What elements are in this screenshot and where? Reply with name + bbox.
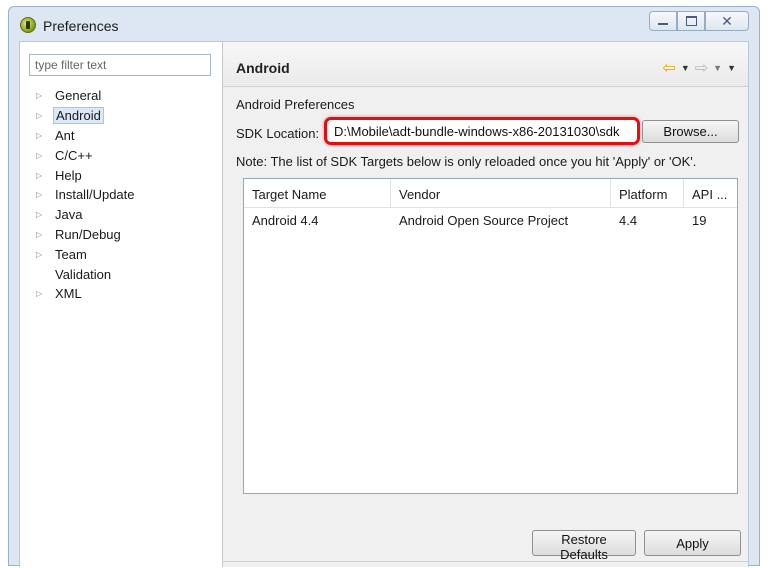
tree-item-label: Help — [55, 167, 82, 183]
tree-item-team[interactable]: ▷ Team — [36, 244, 137, 264]
page-title: Android — [236, 60, 290, 76]
cell-platform: 4.4 — [619, 213, 638, 228]
column-header-api[interactable]: API ... — [684, 179, 737, 207]
tree-item-label: Run/Debug — [55, 226, 121, 242]
maximize-icon — [685, 16, 697, 26]
expand-arrow-icon[interactable]: ▷ — [36, 151, 46, 160]
tree-item-validation[interactable]: Validation — [36, 264, 137, 284]
expand-arrow-icon[interactable]: ▷ — [36, 210, 46, 219]
expand-arrow-icon[interactable]: ▷ — [36, 190, 46, 199]
expand-arrow-icon[interactable]: ▷ — [36, 131, 46, 140]
tree-item-label: General — [55, 88, 102, 104]
expand-arrow-icon[interactable]: ▷ — [36, 289, 46, 298]
tree-item-run-debug[interactable]: ▷ Run/Debug — [36, 225, 137, 245]
expand-arrow-icon[interactable]: ▷ — [36, 91, 46, 100]
preferences-window: Preferences ✕ ▷ General ▷ Android ▷ Ant ▷ C/C++… — [8, 6, 760, 567]
sdk-location-label: SDK Location: — [236, 126, 320, 141]
tree-item-label: C/C++ — [55, 147, 93, 163]
filter-input[interactable] — [29, 54, 211, 76]
back-dropdown-icon[interactable]: ▼ — [681, 63, 690, 73]
expand-arrow-icon[interactable]: ▷ — [36, 230, 46, 239]
tree-item-java[interactable]: ▷ Java — [36, 205, 137, 225]
tree-item-label: Validation — [55, 266, 112, 282]
tree-item-label: Java — [55, 207, 83, 223]
page-header: Android ⇦ ▼ ⇨ ▼ ▼ — [223, 42, 748, 87]
cell-vendor: Android Open Source Project — [399, 213, 569, 228]
sdk-targets-table: Target Name Vendor Platform API ... Andr… — [243, 178, 738, 494]
forward-dropdown-icon[interactable]: ▼ — [713, 63, 722, 73]
back-arrow-icon[interactable]: ⇦ — [662, 58, 675, 78]
close-button[interactable]: ✕ — [705, 11, 749, 31]
tree-item-label: Android — [53, 107, 104, 125]
cell-target-name: Android 4.4 — [252, 213, 319, 228]
cell-api: 19 — [692, 213, 707, 228]
tree-item-install-update[interactable]: ▷ Install/Update — [36, 185, 137, 205]
tree-item-general[interactable]: ▷ General — [36, 86, 137, 106]
column-header-target-name[interactable]: Target Name — [244, 179, 391, 207]
section-label: Android Preferences — [236, 97, 355, 112]
preference-tree-pane: ▷ General ▷ Android ▷ Ant ▷ C/C++ ▷ Help ▷ Install/… — [20, 42, 223, 567]
sdk-location-field[interactable]: D:\Mobile\adt-bundle-windows-x86-2013103… — [324, 117, 640, 145]
minimize-icon — [658, 23, 668, 25]
column-header-vendor[interactable]: Vendor — [391, 179, 611, 207]
expand-arrow-icon[interactable]: ▷ — [36, 111, 46, 120]
title-bar[interactable]: Preferences ✕ — [9, 7, 759, 41]
tree-item-label: Team — [55, 246, 87, 262]
forward-arrow-icon[interactable]: ⇨ — [695, 58, 708, 78]
table-header: Target Name Vendor Platform API ... — [244, 179, 737, 208]
tree-item-ant[interactable]: ▷ Ant — [36, 126, 137, 146]
preference-tree: ▷ General ▷ Android ▷ Ant ▷ C/C++ ▷ Help ▷ Install/… — [36, 86, 137, 304]
browse-button[interactable]: Browse... — [642, 120, 739, 143]
window-title: Preferences — [43, 18, 119, 34]
tree-item-xml[interactable]: ▷ XML — [36, 284, 137, 304]
tree-item-c-c-[interactable]: ▷ C/C++ — [36, 145, 137, 165]
tree-item-help[interactable]: ▷ Help — [36, 165, 137, 185]
expand-arrow-icon[interactable]: ▷ — [36, 171, 46, 180]
tree-item-label: Ant — [55, 127, 75, 143]
view-menu-icon[interactable]: ▼ — [727, 63, 736, 73]
column-header-platform[interactable]: Platform — [611, 179, 684, 207]
sdk-note: Note: The list of SDK Targets below is o… — [236, 154, 697, 169]
history-navigation: ⇦ ▼ ⇨ ▼ ▼ — [662, 58, 736, 78]
eclipse-icon — [20, 17, 36, 33]
tree-item-label: XML — [55, 286, 82, 302]
tree-item-label: Install/Update — [55, 187, 135, 203]
table-row[interactable]: Android 4.4 Android Open Source Project … — [244, 208, 737, 232]
divider — [223, 561, 748, 562]
preference-page: Android ⇦ ▼ ⇨ ▼ ▼ Android Preferences SD… — [223, 42, 748, 567]
expand-arrow-icon[interactable]: ▷ — [36, 250, 46, 259]
tree-item-android[interactable]: ▷ Android — [36, 106, 137, 126]
caption-buttons: ✕ — [649, 11, 749, 31]
close-icon: ✕ — [721, 12, 733, 29]
minimize-button[interactable] — [649, 11, 677, 31]
apply-button[interactable]: Apply — [644, 530, 741, 556]
maximize-button[interactable] — [677, 11, 705, 31]
dialog-client-area: ▷ General ▷ Android ▷ Ant ▷ C/C++ ▷ Help ▷ Install/… — [19, 41, 749, 567]
restore-defaults-button[interactable]: Restore Defaults — [532, 530, 636, 562]
